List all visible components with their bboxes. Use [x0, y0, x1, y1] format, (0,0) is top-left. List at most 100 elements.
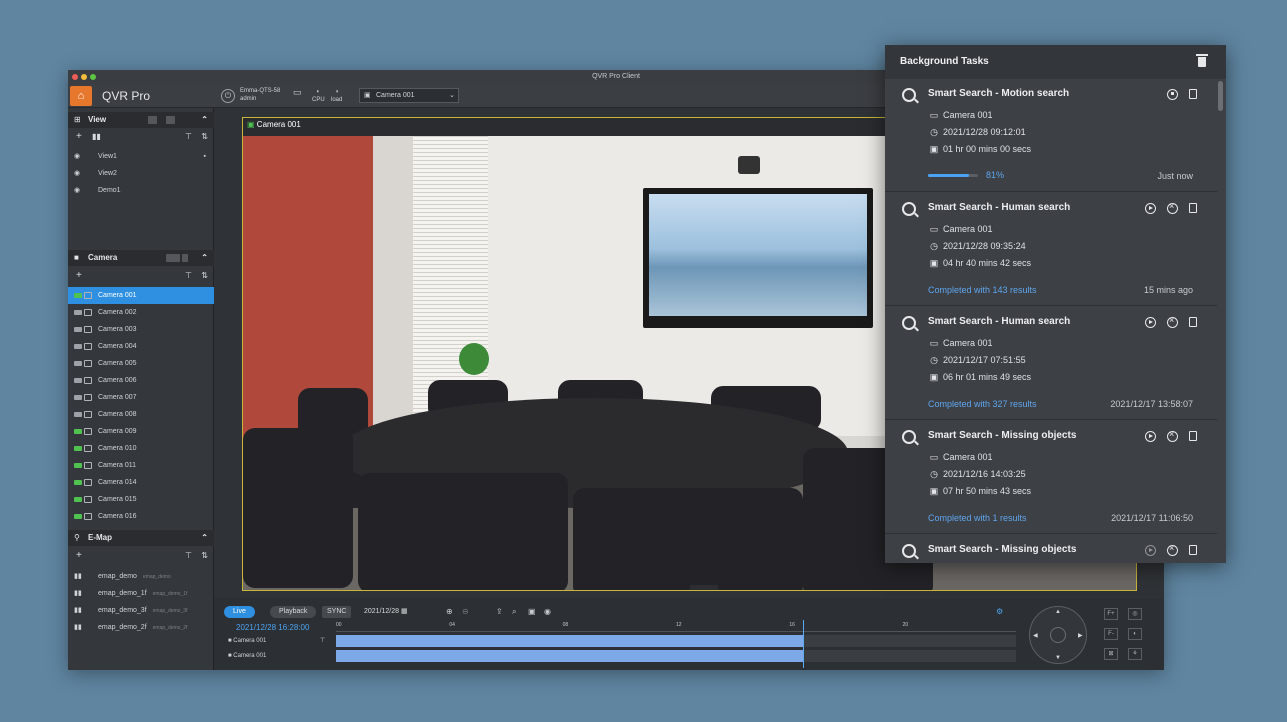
camera-layout-icon[interactable] — [166, 254, 180, 262]
cancel-icon[interactable] — [1167, 429, 1178, 442]
recording-bar[interactable] — [336, 650, 803, 662]
power-icon[interactable]: ⏻ — [221, 89, 235, 103]
timeline-playhead[interactable] — [802, 620, 804, 668]
calendar-icon[interactable]: ▦ — [401, 608, 408, 615]
ptz-zoom-in-button[interactable]: F+ — [1104, 608, 1118, 620]
layout-icon[interactable] — [166, 116, 175, 124]
emap-section-header[interactable]: ⚲ E-Map ⌃ — [68, 530, 214, 546]
add-camera-button[interactable]: + — [76, 269, 82, 283]
close-window-button[interactable] — [72, 74, 78, 80]
sort-icon[interactable]: ⇅ — [201, 549, 208, 563]
add-emap-button[interactable]: + — [76, 549, 82, 563]
ptz-focus-button[interactable]: F- — [1104, 628, 1118, 640]
ptz-patrol-button[interactable]: ⚘ — [1128, 648, 1142, 660]
log-icon[interactable] — [1189, 203, 1197, 214]
camera-list-item[interactable]: Camera 015 — [68, 491, 214, 508]
camera-section-header[interactable]: ■ Camera ⌃ — [68, 250, 214, 266]
camera-list-item[interactable]: Camera 008 — [68, 406, 214, 423]
date-field[interactable]: 2021/12/28 ▦ — [364, 606, 408, 618]
camera-list-item[interactable]: Camera 010 — [68, 440, 214, 457]
camera-list-item[interactable]: Camera 016 — [68, 508, 214, 525]
sync-button[interactable]: SYNC — [322, 606, 352, 618]
add-view-button[interactable]: + — [76, 130, 82, 144]
ptz-control[interactable]: ▲ ▼ ◀ ▶ — [1029, 606, 1087, 664]
ptz-iris-button[interactable]: ◐ — [1128, 628, 1142, 640]
save-icon[interactable]: ▪ — [204, 148, 206, 165]
ptz-right-icon[interactable]: ▶ — [1078, 632, 1083, 639]
view-group-icon[interactable]: ▮▮ — [92, 130, 101, 144]
lock-icon[interactable] — [148, 116, 157, 124]
emap-list-item[interactable]: ▮▮ emap_demo_2f emap_demo_2f — [68, 619, 214, 636]
emap-list-item[interactable]: ▮▮ emap_demo_3f emap_demo_3f — [68, 602, 214, 619]
camera-list-item[interactable]: Camera 003 — [68, 321, 214, 338]
sort-icon[interactable]: ⇅ — [201, 130, 208, 144]
filter-icon[interactable]: ⊤ — [320, 634, 325, 648]
collapse-icon[interactable]: ⌃ — [201, 112, 208, 128]
ptz-home-button[interactable] — [1050, 627, 1066, 643]
camera-list-item[interactable]: Camera 004 — [68, 338, 214, 355]
recording-bar[interactable] — [336, 635, 803, 647]
camera-list-item[interactable]: Camera 005 — [68, 355, 214, 372]
stop-icon[interactable] — [1167, 88, 1178, 100]
view-section-header[interactable]: ⊞ View ⌃ — [68, 112, 214, 128]
task-status-link[interactable]: Completed with 1 results — [928, 513, 1027, 523]
timeline-track[interactable]: ■ Camera 001 ⊤ — [214, 634, 1016, 648]
log-icon[interactable] — [1189, 545, 1197, 556]
settings-icon[interactable]: ⚙ — [996, 606, 1003, 618]
camera-options-icon[interactable] — [182, 254, 188, 262]
ptz-preset-button[interactable]: ◎ — [1128, 608, 1142, 620]
emap-list-item[interactable]: ▮▮ emap_demo emap_demo — [68, 568, 214, 585]
tasks-scrollbar[interactable] — [1218, 81, 1223, 111]
camera-list-item[interactable]: Camera 002 — [68, 304, 214, 321]
ptz-up-icon[interactable]: ▲ — [1055, 609, 1061, 615]
play-icon[interactable] — [1145, 202, 1156, 214]
filter-icon[interactable]: ⊤ — [185, 549, 192, 563]
view-list-item[interactable]: ◉ View2 — [68, 165, 214, 182]
cancel-icon[interactable] — [1167, 543, 1178, 556]
view-list-item[interactable]: ◉ View1 ▪ — [68, 148, 214, 165]
log-icon[interactable] — [1189, 89, 1197, 100]
search-icon[interactable]: ⌕ — [512, 606, 516, 618]
task-status-link[interactable]: Completed with 327 results — [928, 399, 1037, 409]
camera-list-item[interactable]: Camera 009 — [68, 423, 214, 440]
camera-list-item[interactable]: Camera 007 — [68, 389, 214, 406]
camera-list-item[interactable]: Camera 001 — [68, 287, 214, 304]
camera-list-item[interactable]: Camera 014 — [68, 474, 214, 491]
viewport-collapse-handle[interactable] — [690, 585, 718, 590]
collapse-icon[interactable]: ⌃ — [201, 530, 208, 546]
maximize-window-button[interactable] — [90, 74, 96, 80]
ptz-left-icon[interactable]: ◀ — [1033, 632, 1038, 639]
cancel-icon[interactable] — [1167, 315, 1178, 328]
log-icon[interactable] — [1189, 431, 1197, 442]
timeline-track[interactable]: ■ Camera 001 — [214, 649, 1016, 663]
zoom-in-icon[interactable]: ⊕ — [446, 606, 453, 618]
sort-icon[interactable]: ⇅ — [201, 269, 208, 283]
filter-icon[interactable]: ⊤ — [185, 269, 192, 283]
view-list-item[interactable]: ◉ Demo1 — [68, 182, 214, 199]
ptz-down-icon[interactable]: ▼ — [1055, 655, 1061, 661]
task-status-link[interactable]: Completed with 143 results — [928, 285, 1037, 295]
camera-list-item[interactable]: Camera 011 — [68, 457, 214, 474]
minimize-window-button[interactable] — [81, 74, 87, 80]
playback-tab[interactable]: Playback — [270, 606, 317, 618]
ptz-auto-button[interactable]: ⊠ — [1104, 648, 1118, 660]
play-icon[interactable] — [1145, 430, 1156, 442]
export-icon[interactable]: ⇪ — [496, 606, 503, 618]
camera-status-icon — [74, 378, 82, 383]
trash-icon[interactable] — [1196, 54, 1208, 68]
live-tab[interactable]: Live — [224, 606, 255, 618]
zoom-out-icon[interactable]: ⊖ — [462, 606, 469, 618]
emap-list-item[interactable]: ▮▮ emap_demo_1f emap_demo_1f — [68, 585, 214, 602]
filter-icon[interactable]: ⊤ — [185, 130, 192, 144]
snapshot-icon[interactable]: ▣ — [528, 606, 536, 618]
log-icon[interactable] — [1189, 317, 1197, 328]
collapse-icon[interactable]: ⌃ — [201, 250, 208, 266]
play-icon[interactable] — [1145, 316, 1156, 328]
record-icon[interactable]: ◉ — [544, 606, 551, 618]
time-scale[interactable]: 00 04 08 12 16 20 — [336, 622, 1016, 632]
server-user-info[interactable]: Emma-QTS-58 admin — [240, 87, 280, 103]
cancel-icon[interactable] — [1167, 201, 1178, 214]
camera-select[interactable]: ▣ Camera 001 ⌄ — [359, 88, 459, 103]
camera-list-item[interactable]: Camera 006 — [68, 372, 214, 389]
monitor-icon[interactable]: ▭ — [293, 88, 302, 97]
